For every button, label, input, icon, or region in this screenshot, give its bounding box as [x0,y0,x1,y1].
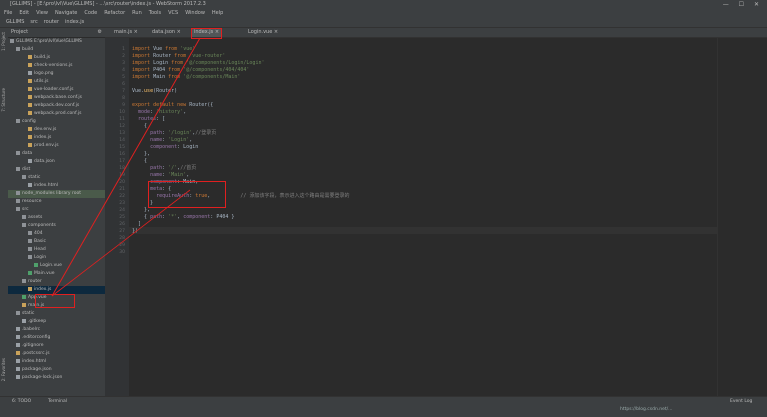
annotation-arrow [51,37,201,297]
